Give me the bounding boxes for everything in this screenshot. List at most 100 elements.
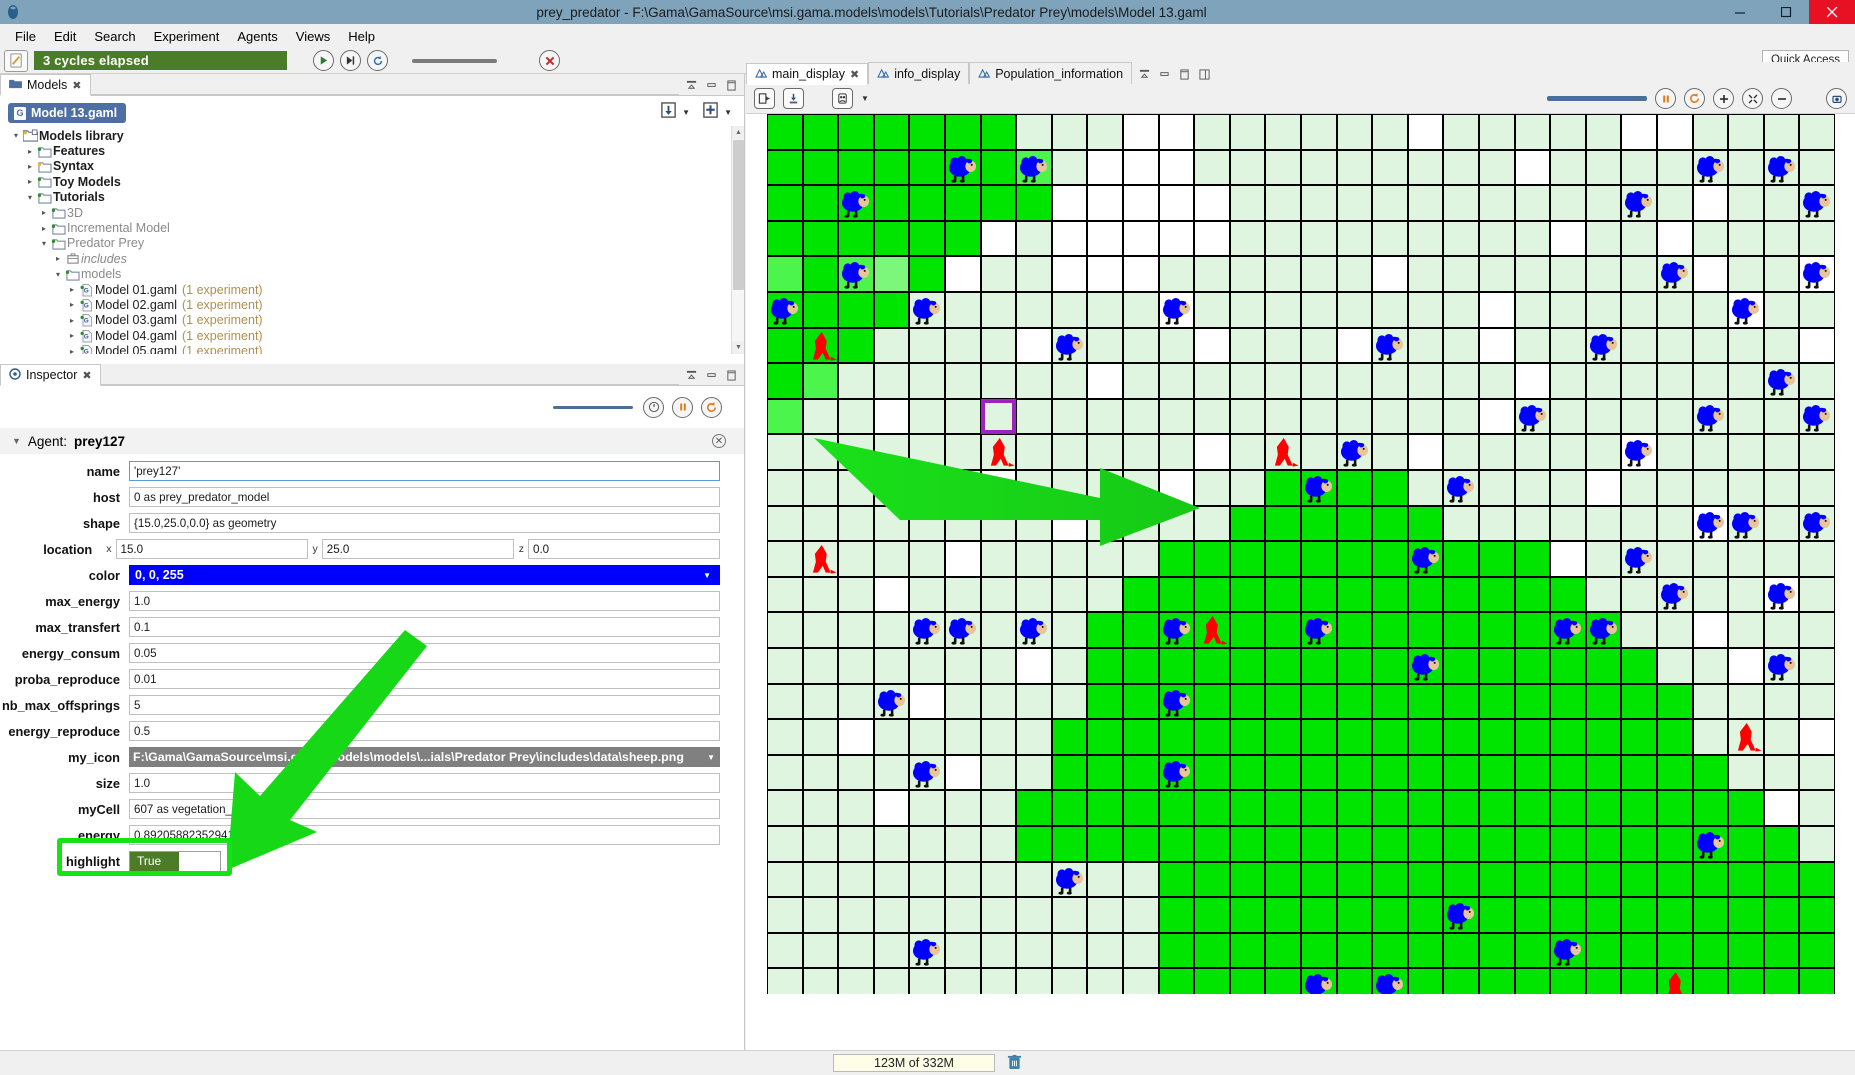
grid-cell[interactable] [1123, 256, 1159, 292]
grid-cell[interactable] [909, 826, 945, 862]
grid-cell[interactable] [1301, 363, 1337, 399]
grid-cell[interactable] [1514, 541, 1551, 577]
grid-cell[interactable] [1621, 185, 1657, 221]
grid-cell[interactable] [1514, 327, 1551, 364]
grid-cell[interactable] [1372, 541, 1408, 577]
grid-cell[interactable] [1514, 754, 1551, 791]
grid-cell[interactable] [1229, 114, 1266, 150]
grid-cell[interactable] [838, 149, 874, 186]
grid-cell[interactable] [1479, 470, 1515, 506]
grid-cell[interactable] [1336, 220, 1373, 257]
grid-cell[interactable] [1087, 434, 1123, 470]
grid-cell[interactable] [1372, 470, 1408, 506]
grid-cell[interactable] [1372, 256, 1408, 292]
grid-cell[interactable] [1443, 790, 1479, 826]
grid-cell[interactable] [873, 327, 910, 364]
grid-cell[interactable] [1301, 256, 1337, 292]
grid-cell[interactable] [1372, 363, 1408, 399]
grid-cell[interactable] [1657, 790, 1693, 826]
grid-cell[interactable] [873, 470, 910, 506]
tree-item[interactable]: ▾ Predator Prey [10, 236, 744, 251]
grid-cell[interactable] [838, 790, 874, 826]
grid-cell[interactable] [1123, 327, 1159, 364]
grid-cell[interactable] [1229, 292, 1266, 328]
tree-item[interactable]: ▾ models [10, 267, 744, 282]
grid-cell[interactable] [1265, 719, 1301, 755]
grid-cell[interactable] [767, 256, 803, 292]
grid-cell[interactable] [1265, 897, 1301, 933]
grid-cell[interactable] [1443, 648, 1479, 684]
grid-cell[interactable] [1728, 327, 1764, 364]
grid-cell[interactable] [1514, 719, 1551, 755]
grid-cell[interactable] [1799, 398, 1835, 435]
grid-cell[interactable] [1443, 683, 1479, 720]
grid-cell[interactable] [1016, 576, 1052, 613]
grid-cell[interactable] [909, 861, 945, 898]
grid-cell[interactable] [838, 185, 874, 221]
grid-cell[interactable] [1336, 648, 1373, 684]
grid-cell[interactable] [767, 327, 803, 364]
grid-cell[interactable] [1407, 114, 1444, 150]
grid-cell[interactable] [1336, 932, 1373, 969]
grid-cell[interactable] [1194, 434, 1230, 470]
grid-cell[interactable] [1479, 754, 1515, 791]
grid-cell[interactable] [767, 541, 803, 577]
grid-cell[interactable] [909, 363, 945, 399]
grid-cell[interactable] [1265, 790, 1301, 826]
grid-cell[interactable] [909, 149, 945, 186]
grid-cell[interactable] [1229, 505, 1266, 542]
grid-cell[interactable] [1479, 292, 1515, 328]
grid-cell[interactable] [1657, 897, 1693, 933]
agents-layer-icon[interactable] [832, 88, 853, 109]
grid-cell[interactable] [1194, 114, 1230, 150]
tree-item[interactable]: ▸ 3D [10, 205, 744, 220]
grid-cell[interactable] [1229, 754, 1266, 791]
grid-cell[interactable] [1407, 968, 1444, 994]
grid-cell[interactable] [1657, 398, 1693, 435]
grid-cell[interactable] [1229, 932, 1266, 969]
grid-cell[interactable] [1763, 292, 1800, 328]
grid-cell[interactable] [1301, 576, 1337, 613]
grid-cell[interactable] [1372, 719, 1408, 755]
grid-cell[interactable] [1443, 897, 1479, 933]
grid-cell[interactable] [1692, 648, 1729, 684]
tree-item[interactable]: ▸ G Model 02.gaml (1 experiment) [10, 297, 744, 312]
grid-cell[interactable] [1443, 292, 1479, 328]
grid-cell[interactable] [1229, 576, 1266, 613]
grid-cell[interactable] [1692, 897, 1729, 933]
grid-cell[interactable] [1336, 185, 1373, 221]
menu-file[interactable]: File [6, 26, 45, 47]
grid-cell[interactable] [838, 612, 874, 648]
grid-cell[interactable] [1087, 897, 1123, 933]
grid-cell[interactable] [767, 149, 803, 186]
grid-cell[interactable] [945, 149, 981, 186]
chevron-right-icon[interactable]: ▸ [52, 254, 64, 263]
grid-cell[interactable] [1194, 861, 1230, 898]
grid-cell[interactable] [945, 648, 981, 684]
grid-cell[interactable] [1585, 363, 1622, 399]
grid-cell[interactable] [1372, 932, 1408, 969]
grid-cell[interactable] [1763, 220, 1800, 257]
grid-cell[interactable] [1372, 185, 1408, 221]
grid-cell[interactable] [1158, 683, 1195, 720]
grid-cell[interactable] [1443, 114, 1479, 150]
tree-item[interactable]: ▸ G Model 01.gaml (1 experiment) [10, 282, 744, 297]
attribute-input-energy[interactable]: 0.89205882352941 [129, 825, 720, 845]
highlight-toggle[interactable]: True [129, 850, 221, 872]
grid-cell[interactable] [909, 114, 945, 150]
attribute-input-myCell[interactable]: 607 as vegetation_ [129, 799, 720, 819]
maximize-button[interactable] [1763, 0, 1809, 24]
grid-cell[interactable] [1550, 683, 1586, 720]
grid-cell[interactable] [1051, 790, 1088, 826]
grid-cell[interactable] [945, 968, 981, 994]
grid-cell[interactable] [1514, 932, 1551, 969]
grid-cell[interactable] [1301, 683, 1337, 720]
grid-cell[interactable] [1621, 256, 1657, 292]
grid-cell[interactable] [767, 114, 803, 150]
grid-cell[interactable] [1336, 114, 1373, 150]
grid-cell[interactable] [1123, 968, 1159, 994]
grid-cell[interactable] [1016, 220, 1052, 257]
grid-cell[interactable] [838, 114, 874, 150]
grid-cell[interactable] [802, 114, 839, 150]
grid-cell[interactable] [909, 932, 945, 969]
